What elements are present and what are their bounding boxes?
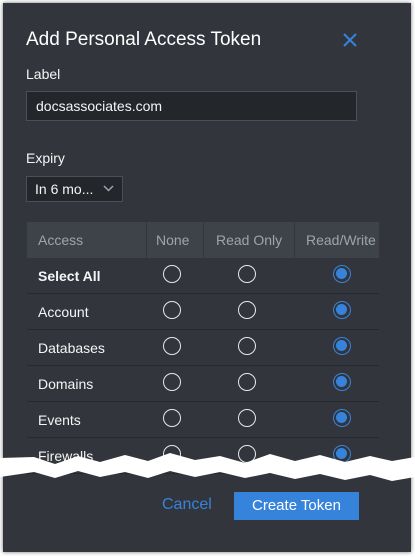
label-field-label: Label: [26, 66, 61, 82]
radio-read-write[interactable]: [333, 373, 351, 391]
radio-none[interactable]: [163, 373, 181, 391]
label-input[interactable]: docsassociates.com: [26, 91, 357, 121]
expiry-select[interactable]: In 6 mo...: [26, 176, 123, 202]
row-label: Events: [38, 412, 81, 428]
permissions-table: Access None Read Only Read/Write Select …: [27, 222, 379, 474]
radio-read-write[interactable]: [333, 301, 351, 319]
close-icon[interactable]: [339, 29, 361, 51]
radio-read-write[interactable]: [333, 265, 351, 283]
table-row: Account: [27, 294, 379, 330]
torn-edge-divider: [0, 453, 415, 481]
radio-read-only[interactable]: [238, 373, 256, 391]
expiry-selected-value: In 6 mo...: [35, 181, 94, 197]
header-read-only: Read Only: [216, 232, 283, 248]
row-label: Domains: [38, 376, 94, 392]
row-label: Select All: [38, 268, 101, 284]
cancel-button[interactable]: Cancel: [162, 496, 212, 514]
dialog-title: Add Personal Access Token: [26, 29, 262, 50]
radio-none[interactable]: [163, 409, 181, 427]
expiry-label: Expiry: [26, 150, 65, 166]
table-row: Domains: [27, 366, 379, 402]
create-token-button[interactable]: Create Token: [234, 492, 359, 520]
table-row: Events: [27, 402, 379, 438]
radio-none[interactable]: [163, 301, 181, 319]
radio-read-only[interactable]: [238, 301, 256, 319]
radio-read-write[interactable]: [333, 337, 351, 355]
row-label: Account: [38, 304, 89, 320]
radio-read-only[interactable]: [238, 265, 256, 283]
chevron-down-icon: [103, 185, 114, 192]
table-row: Select All: [27, 258, 379, 294]
row-label: Databases: [38, 340, 105, 356]
table-header: Access None Read Only Read/Write: [27, 222, 379, 258]
radio-read-write[interactable]: [333, 409, 351, 427]
radio-none[interactable]: [163, 337, 181, 355]
radio-none[interactable]: [163, 265, 181, 283]
radio-read-only[interactable]: [238, 409, 256, 427]
table-row: Databases: [27, 330, 379, 366]
radio-read-only[interactable]: [238, 337, 256, 355]
header-none: None: [156, 232, 190, 248]
header-read-write: Read/Write: [306, 232, 376, 248]
header-access: Access: [38, 232, 84, 248]
